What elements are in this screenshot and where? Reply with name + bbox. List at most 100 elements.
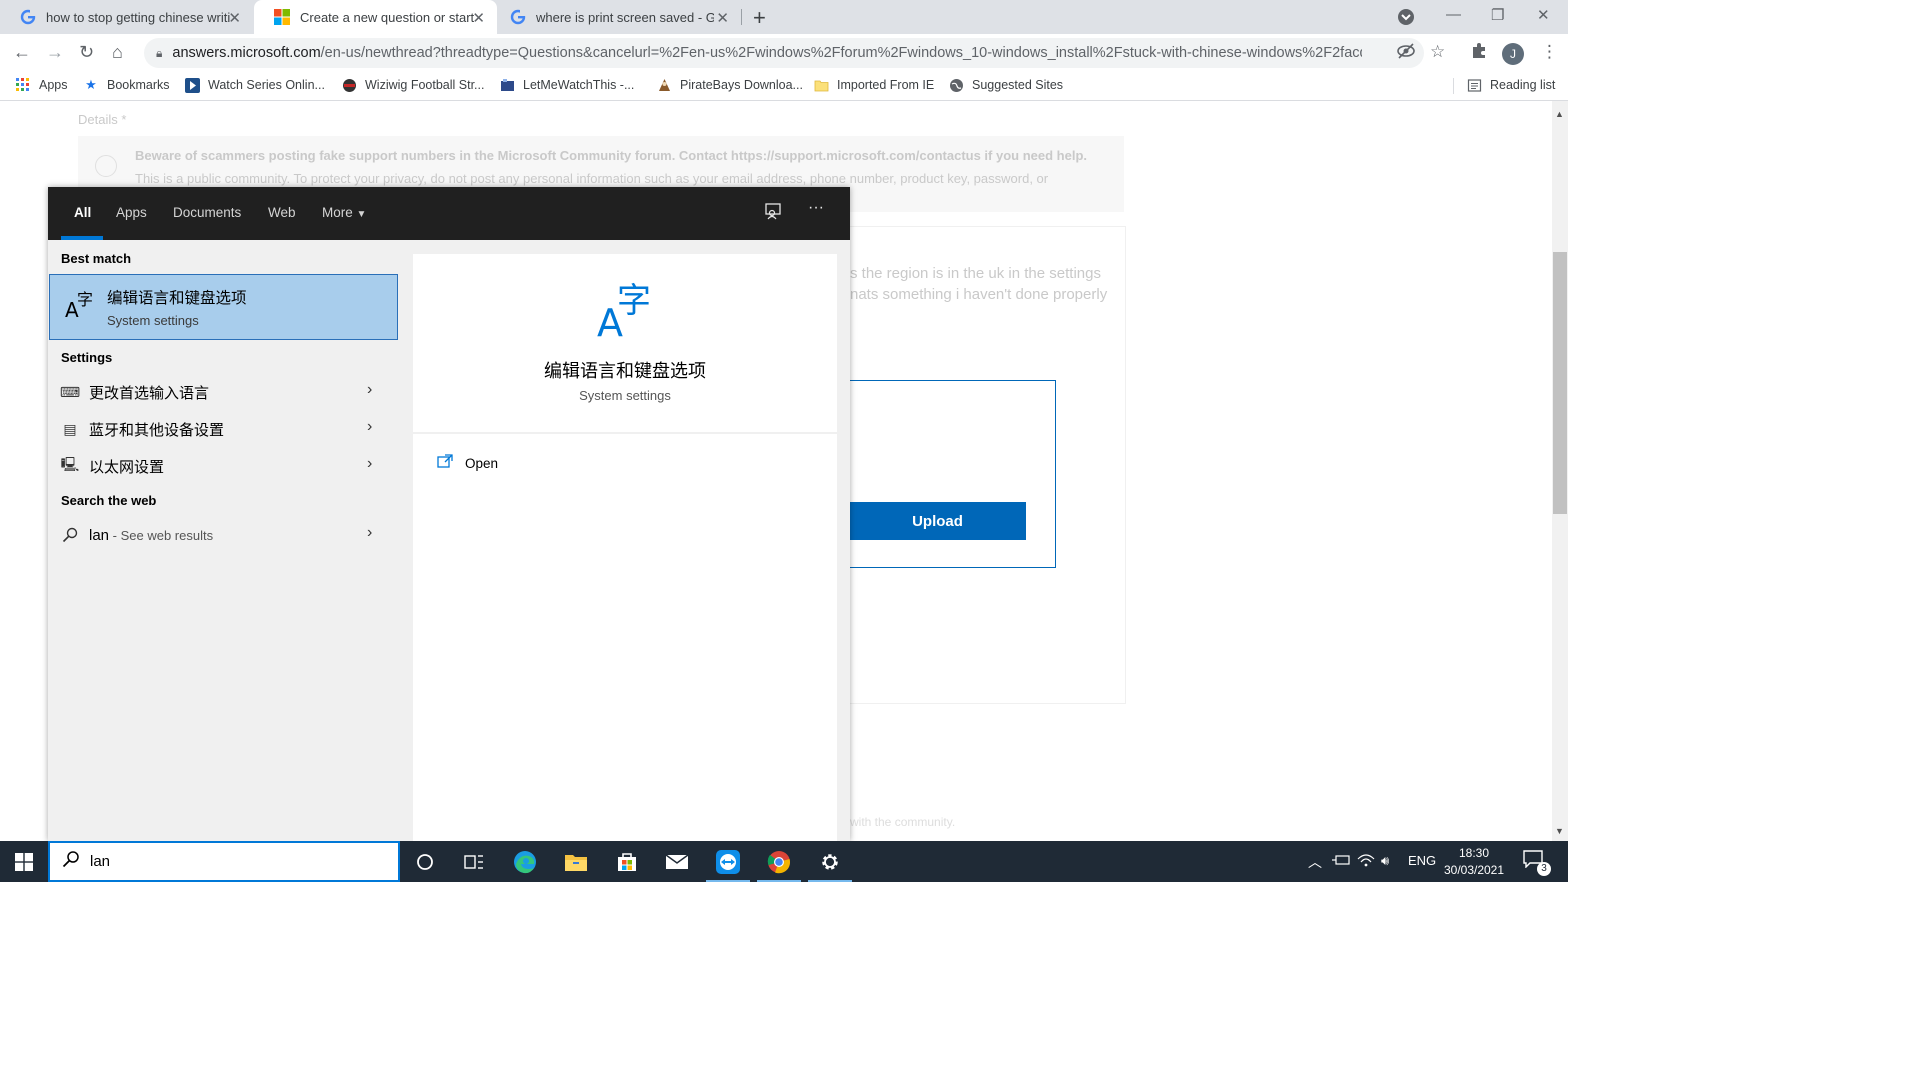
windows-logo-icon [15, 852, 33, 871]
language-icon: A 字 [65, 290, 93, 320]
settings-item-ethernet[interactable]: 🖳︎ 以太网设置 › [48, 449, 400, 483]
close-icon[interactable]: ✕ [472, 9, 485, 27]
bookmark-label: Suggested Sites [972, 78, 1064, 92]
tab-web[interactable]: Web [268, 205, 296, 220]
bookmark-watch-series[interactable]: Watch Series Onlin... [184, 77, 325, 93]
film-icon [499, 77, 515, 93]
scrollbar-thumb[interactable] [1553, 252, 1567, 514]
bookmark-star-icon[interactable]: ☆ [1430, 42, 1445, 62]
tab-separator [741, 9, 742, 25]
mail-icon[interactable] [652, 841, 702, 882]
edge-icon[interactable] [500, 841, 550, 882]
reading-list-icon [1466, 77, 1482, 93]
search-web-heading: Search the web [61, 493, 157, 508]
clock-date: 30/03/2021 [1443, 863, 1505, 877]
bookmarks-divider [1453, 78, 1454, 94]
more-options-icon[interactable]: ··· [808, 199, 824, 217]
bookmark-piratebays[interactable]: PirateBays Downloa... [656, 77, 803, 93]
taskbar-search-box[interactable]: lan [48, 841, 400, 882]
url-text[interactable]: answers.microsoft.com/en-us/newthread?th… [172, 45, 1362, 61]
chevron-right-icon: › [367, 381, 373, 398]
scroll-up-arrow[interactable]: ▲ [1555, 109, 1564, 119]
menu-kebab-icon[interactable]: ⋮ [1541, 42, 1558, 62]
clock-time: 18:30 [1458, 846, 1490, 860]
back-button[interactable]: ← [13, 42, 31, 63]
settings-item-input-language[interactable]: ⌨ 更改首选输入语言 › [48, 375, 400, 409]
input-language-indicator[interactable]: ENG [1408, 853, 1436, 868]
bookmark-suggested-sites[interactable]: Suggested Sites [948, 77, 1063, 93]
close-icon[interactable]: ✕ [716, 9, 729, 27]
eye-slash-icon[interactable] [1397, 42, 1415, 65]
open-icon [437, 454, 453, 472]
feedback-icon[interactable] [764, 202, 782, 225]
bookmark-apps[interactable]: Apps [15, 77, 68, 93]
open-action[interactable]: Open [437, 454, 498, 472]
address-bar[interactable]: 🔒︎ answers.microsoft.com/en-us/newthread… [144, 38, 1424, 68]
file-explorer-icon[interactable] [551, 841, 601, 882]
volume-icon[interactable]: 🔊︎ [1381, 853, 1389, 869]
bookmarks-bar: Apps ★ Bookmarks Watch Series Onlin... W… [0, 72, 1568, 101]
search-query[interactable]: lan [90, 853, 110, 870]
store-icon[interactable] [602, 841, 652, 882]
tray-overflow-chevron-icon[interactable]: ︿ [1308, 852, 1322, 872]
google-g-icon [20, 9, 36, 25]
chrome-icon[interactable] [754, 841, 804, 882]
best-match-title: 编辑语言和键盘选项 [107, 290, 247, 307]
profile-avatar[interactable]: J [1502, 43, 1524, 65]
cortana-icon[interactable] [400, 841, 450, 882]
details-label: Details * [78, 112, 127, 127]
tab-search-icon[interactable] [1397, 8, 1415, 30]
task-view-icon[interactable] [449, 841, 499, 882]
play-icon [184, 77, 200, 93]
bookmark-label: Bookmarks [107, 78, 170, 92]
tab-title: Create a new question or start a [300, 9, 478, 25]
preview-title: 编辑语言和键盘选项 [544, 361, 706, 381]
tab-all[interactable]: All [74, 205, 91, 220]
forward-button[interactable]: → [46, 42, 64, 63]
tab-chinese-writing[interactable]: how to stop getting chinese writi ✕ [0, 0, 253, 34]
tab-create-question[interactable]: Create a new question or start a ✕ [254, 0, 497, 34]
tab-apps[interactable]: Apps [116, 205, 147, 220]
reload-button[interactable]: ↻ [79, 42, 94, 63]
system-clock[interactable]: 18:30 30/03/2021 [1440, 845, 1508, 879]
tab-documents[interactable]: Documents [173, 205, 241, 220]
teamviewer-icon[interactable] [703, 841, 753, 882]
bookmark-label: Wiziwig Football Str... [365, 78, 485, 92]
reading-list-button[interactable]: Reading list [1466, 77, 1555, 93]
editor-text-line-1: s the region is in the uk in the setting… [850, 265, 1101, 282]
search-icon [61, 526, 79, 544]
folder-icon [813, 77, 829, 93]
upload-button[interactable]: Upload [849, 502, 1026, 540]
bookmark-label: Apps [39, 78, 68, 92]
settings-item-bluetooth[interactable]: ▤ 蓝牙和其他设备设置 › [48, 412, 400, 446]
windows-taskbar: lan ︿ 🔊︎ ENG 18:30 30/03/2021 3 [0, 841, 1568, 882]
windows-search-flyout: All Apps Documents Web More ▼ ··· Best m… [48, 187, 850, 841]
ninja-icon [341, 77, 357, 93]
tab-more[interactable]: More ▼ [322, 205, 366, 220]
bookmark-letmewatchthis[interactable]: LetMeWatchThis -... [499, 77, 634, 93]
home-button[interactable]: ⌂ [112, 42, 123, 63]
start-button[interactable] [0, 841, 48, 882]
bookmark-label: LetMeWatchThis -... [523, 78, 635, 92]
tab-print-screen[interactable]: where is print screen saved - Goo ✕ [498, 0, 741, 34]
bookmark-bookmarks[interactable]: ★ Bookmarks [83, 77, 170, 93]
action-center-button[interactable]: 3 [1523, 850, 1551, 876]
globe-icon [948, 77, 964, 93]
restore-button[interactable]: ❐ [1491, 6, 1504, 24]
close-icon[interactable]: ✕ [228, 9, 241, 27]
tab-title: how to stop getting chinese writi [46, 9, 231, 25]
minimize-button[interactable]: — [1446, 6, 1461, 23]
web-search-result[interactable]: lan - See web results › [48, 518, 400, 552]
wifi-icon[interactable] [1357, 853, 1375, 870]
extensions-icon[interactable] [1471, 42, 1488, 64]
scroll-down-arrow[interactable]: ▼ [1555, 826, 1564, 836]
star-icon: ★ [85, 77, 97, 92]
close-window-button[interactable]: ✕ [1537, 6, 1550, 24]
bookmark-wiziwig[interactable]: Wiziwig Football Str... [341, 77, 484, 93]
new-tab-button[interactable]: + [753, 5, 766, 31]
bookmark-imported-ie[interactable]: Imported From IE [813, 77, 934, 93]
battery-plug-icon[interactable] [1332, 853, 1350, 870]
best-match-subtitle: System settings [107, 313, 199, 328]
settings-gear-icon[interactable] [805, 841, 855, 882]
best-match-result[interactable]: A 字 编辑语言和键盘选项 System settings [49, 274, 398, 340]
